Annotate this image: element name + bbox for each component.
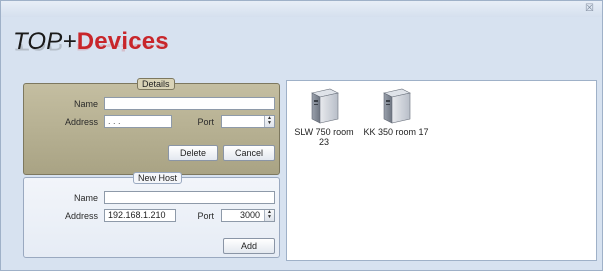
- new-host-port-label: Port: [197, 211, 214, 221]
- details-port-stepper[interactable]: ▲ ▼: [221, 115, 275, 128]
- new-host-name-field[interactable]: [104, 191, 275, 204]
- new-host-legend: New Host: [133, 172, 183, 184]
- device-label: KK 350 room 17: [363, 127, 429, 137]
- new-host-name-label: Name: [73, 193, 98, 203]
- device-list[interactable]: SLW 750 room 23 KK 350 room 17: [286, 80, 597, 261]
- details-name-label: Name: [73, 99, 98, 109]
- details-port-label: Port: [197, 117, 214, 127]
- logo-reflection: TOP+Devices: [13, 44, 167, 54]
- left-pane: Details Name Address . . . Port ▲ ▼ Delet…: [13, 75, 284, 261]
- new-host-address-label: Address: [64, 211, 98, 221]
- details-address-label: Address: [64, 117, 98, 127]
- new-host-port-value: 3000: [239, 210, 260, 220]
- add-button[interactable]: Add: [223, 238, 275, 254]
- device-item[interactable]: KK 350 room 17: [363, 85, 429, 137]
- details-address-field[interactable]: . . .: [104, 115, 172, 128]
- logo-reflection-part-top: TOP+: [13, 44, 76, 54]
- server-icon: [383, 88, 411, 124]
- details-legend: Details: [137, 78, 175, 90]
- device-label: SLW 750 room 23: [294, 127, 354, 147]
- details-group: Details Name Address . . . Port ▲ ▼ Delet…: [23, 78, 280, 175]
- device-item[interactable]: SLW 750 room 23: [291, 85, 357, 147]
- server-icon: [311, 88, 339, 124]
- new-host-port-stepper[interactable]: 3000 ▲ ▼: [221, 209, 275, 222]
- main-window: ☒ TOP+Devices TOP+Devices Details Name A…: [0, 0, 603, 271]
- logo-reflection-part-devices: Devices: [76, 44, 167, 54]
- delete-button[interactable]: Delete: [168, 145, 218, 161]
- cancel-button[interactable]: Cancel: [223, 145, 275, 161]
- spinner-arrows-icon[interactable]: ▲ ▼: [264, 116, 274, 127]
- title-bar: ☒: [1, 1, 602, 17]
- details-name-field[interactable]: [104, 97, 275, 110]
- close-icon[interactable]: ☒: [585, 3, 594, 15]
- new-host-group: New Host Name Address 192.168.1.210 Port…: [23, 172, 280, 258]
- spinner-arrows-icon[interactable]: ▲ ▼: [264, 210, 274, 221]
- new-host-address-field[interactable]: 192.168.1.210: [104, 209, 176, 222]
